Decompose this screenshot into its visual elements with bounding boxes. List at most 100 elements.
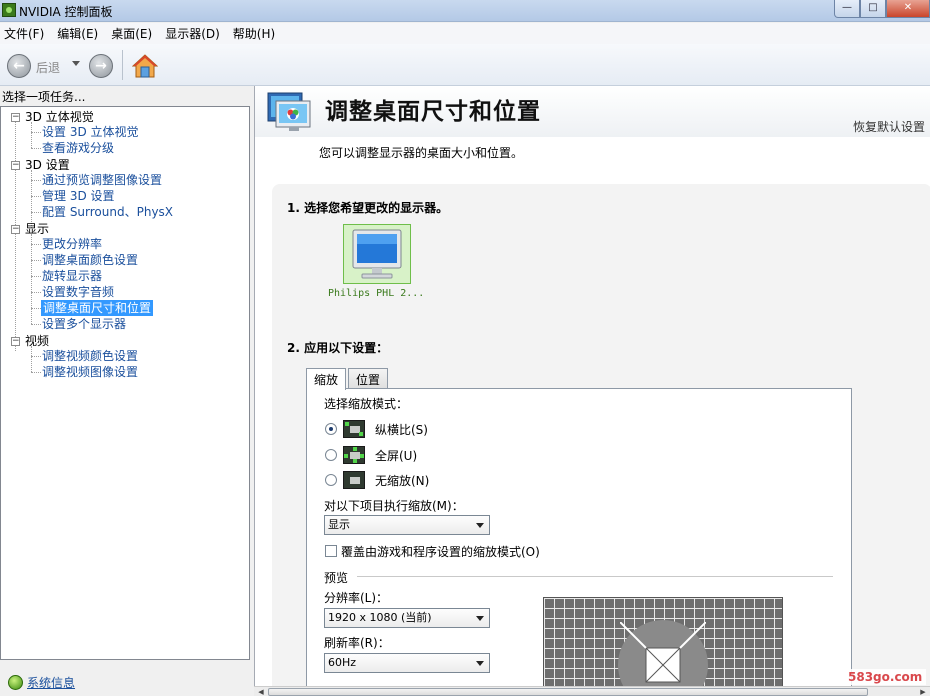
tree-branch xyxy=(31,292,41,293)
menu-file[interactable]: 文件(F) xyxy=(4,25,50,42)
tree-branch xyxy=(31,196,41,197)
chevron-down-icon xyxy=(476,661,484,666)
resolution-select[interactable]: 1920 x 1080 (当前) xyxy=(324,608,490,628)
tree-branch xyxy=(31,308,41,309)
expander-display[interactable]: − xyxy=(11,225,20,234)
scrollbar-thumb[interactable] xyxy=(268,688,868,696)
page-description: 您可以调整显示器的桌面大小和位置。 xyxy=(319,146,524,160)
tree-branch xyxy=(31,372,41,373)
home-icon[interactable] xyxy=(132,53,158,79)
preview-label: 预览 xyxy=(324,571,349,585)
tree-guide-line xyxy=(31,170,32,228)
menu-display[interactable]: 显示器(D) xyxy=(165,25,226,42)
tree-branch xyxy=(31,132,41,133)
scroll-left-icon[interactable]: ◀ xyxy=(256,688,266,696)
page-title: 调整桌面尺寸和位置 xyxy=(325,99,541,125)
tree-guide-line xyxy=(31,346,32,372)
perform-scaling-on-select[interactable]: 显示 xyxy=(324,515,490,535)
aspect-ratio-label[interactable]: 纵横比(S) xyxy=(375,421,428,438)
menu-bar: 文件(F) 编辑(E) 桌面(E) 显示器(D) 帮助(H) xyxy=(0,23,930,44)
expander-3d-vision[interactable]: − xyxy=(11,113,20,122)
monitor-name: Philips PHL 2... xyxy=(328,288,425,299)
perform-scaling-on-value: 显示 xyxy=(328,518,350,531)
tree-item-digital-audio[interactable]: 设置数字音频 xyxy=(42,284,114,300)
close-button[interactable]: ✕ xyxy=(886,0,930,18)
refresh-rate-label: 刷新率(R)： xyxy=(324,636,390,650)
tree-item-configure-surround-physx[interactable]: 配置 Surround、PhysX xyxy=(42,204,173,220)
resolution-value: 1920 x 1080 (当前) xyxy=(328,611,432,624)
radio-no-scaling[interactable] xyxy=(325,474,337,486)
tree-branch xyxy=(31,356,41,357)
window-title: NVIDIA 控制面板 xyxy=(19,5,113,19)
menu-edit[interactable]: 编辑(E) xyxy=(57,25,104,42)
refresh-rate-select[interactable]: 60Hz xyxy=(324,653,490,673)
radio-full-screen[interactable] xyxy=(325,449,337,461)
back-label[interactable]: 后退 xyxy=(36,59,60,76)
tree-item-rotate-display[interactable]: 旋转显示器 xyxy=(42,268,102,284)
toolbar: ← 后退 → xyxy=(0,44,930,86)
tree-guide-line xyxy=(31,122,32,148)
maximize-button[interactable]: □ xyxy=(860,0,886,18)
expander-video[interactable]: − xyxy=(11,337,20,346)
tree-guide-line xyxy=(31,234,32,324)
no-scaling-label[interactable]: 无缩放(N) xyxy=(375,472,429,489)
tree-cat-3d-settings[interactable]: 3D 设置 xyxy=(25,157,70,173)
nvidia-app-icon xyxy=(2,3,16,17)
horizontal-scrollbar[interactable]: ◀ ▶ xyxy=(254,686,930,696)
settings-tabs: 缩放 位置 xyxy=(306,368,390,390)
tree-branch xyxy=(31,148,41,149)
radio-aspect-ratio[interactable] xyxy=(325,423,337,435)
tab-scaling[interactable]: 缩放 xyxy=(306,368,347,390)
monitor-selector-philips[interactable] xyxy=(343,224,411,284)
expander-3d-settings[interactable]: − xyxy=(11,161,20,170)
scaling-mode-label: 选择缩放模式： xyxy=(324,397,409,411)
tree-item-game-ratings[interactable]: 查看游戏分级 xyxy=(42,140,114,156)
tree-branch xyxy=(31,212,41,213)
window-controls: — □ ✕ xyxy=(834,0,930,18)
tab-position[interactable]: 位置 xyxy=(348,368,389,389)
tree-item-change-resolution[interactable]: 更改分辨率 xyxy=(42,236,102,252)
scroll-right-icon[interactable]: ▶ xyxy=(918,688,928,696)
tree-cat-video[interactable]: 视频 xyxy=(25,333,49,349)
tree-item-desktop-color[interactable]: 调整桌面颜色设置 xyxy=(42,252,138,268)
chevron-down-icon xyxy=(476,616,484,621)
page-header: 调整桌面尺寸和位置 恢复默认设置 xyxy=(255,86,930,137)
tree-item-setup-3d-vision[interactable]: 设置 3D 立体视觉 xyxy=(42,124,139,140)
tree-branch xyxy=(31,180,41,181)
step2-label: 2. 应用以下设置： xyxy=(287,341,389,355)
restore-defaults-link[interactable]: 恢复默认设置 xyxy=(853,118,925,135)
menu-desktop[interactable]: 桌面(E) xyxy=(111,25,158,42)
history-dropdown-icon[interactable] xyxy=(72,61,80,66)
resolution-label: 分辨率(L)： xyxy=(324,591,389,605)
full-screen-label[interactable]: 全屏(U) xyxy=(375,447,417,464)
override-scaling-label[interactable]: 覆盖由游戏和程序设置的缩放模式(O) xyxy=(341,543,540,560)
no-scaling-icon xyxy=(343,471,365,489)
tree-item-multiple-displays[interactable]: 设置多个显示器 xyxy=(42,316,126,332)
tree-item-manage-3d-settings[interactable]: 管理 3D 设置 xyxy=(42,188,115,204)
minimize-button[interactable]: — xyxy=(834,0,860,18)
tree-cat-3d-vision[interactable]: 3D 立体视觉 xyxy=(25,109,94,125)
back-arrow-icon[interactable]: ← xyxy=(7,54,31,78)
task-tree: − 3D 立体视觉 设置 3D 立体视觉 查看游戏分级 − 3D 设置 通过预览… xyxy=(0,106,250,660)
title-bar: NVIDIA 控制面板 — □ ✕ xyxy=(0,0,930,22)
override-scaling-checkbox[interactable] xyxy=(325,545,337,557)
toolbar-separator xyxy=(122,50,123,80)
watermark: 583go.com xyxy=(844,669,927,685)
tree-item-preview-image-settings[interactable]: 通过预览调整图像设置 xyxy=(42,172,162,188)
tree-guide-line xyxy=(15,122,16,351)
aspect-ratio-icon xyxy=(343,420,365,438)
main-content: 调整桌面尺寸和位置 恢复默认设置 您可以调整显示器的桌面大小和位置。 1. 选择… xyxy=(254,86,930,696)
system-info-label[interactable]: 系统信息 xyxy=(27,674,75,691)
tree-item-video-image[interactable]: 调整视频图像设置 xyxy=(42,364,138,380)
tree-branch xyxy=(31,276,41,277)
tree-branch xyxy=(31,324,41,325)
menu-help[interactable]: 帮助(H) xyxy=(233,25,281,42)
system-info-link[interactable]: 系统信息 xyxy=(8,674,75,691)
preview-divider xyxy=(357,576,833,577)
tree-branch xyxy=(31,244,41,245)
tree-item-desktop-size-position[interactable]: 调整桌面尺寸和位置 xyxy=(41,300,154,316)
full-screen-icon xyxy=(343,446,365,464)
tree-item-video-color[interactable]: 调整视频颜色设置 xyxy=(42,348,138,364)
forward-arrow-icon[interactable]: → xyxy=(89,54,113,78)
tree-cat-display[interactable]: 显示 xyxy=(25,221,49,237)
